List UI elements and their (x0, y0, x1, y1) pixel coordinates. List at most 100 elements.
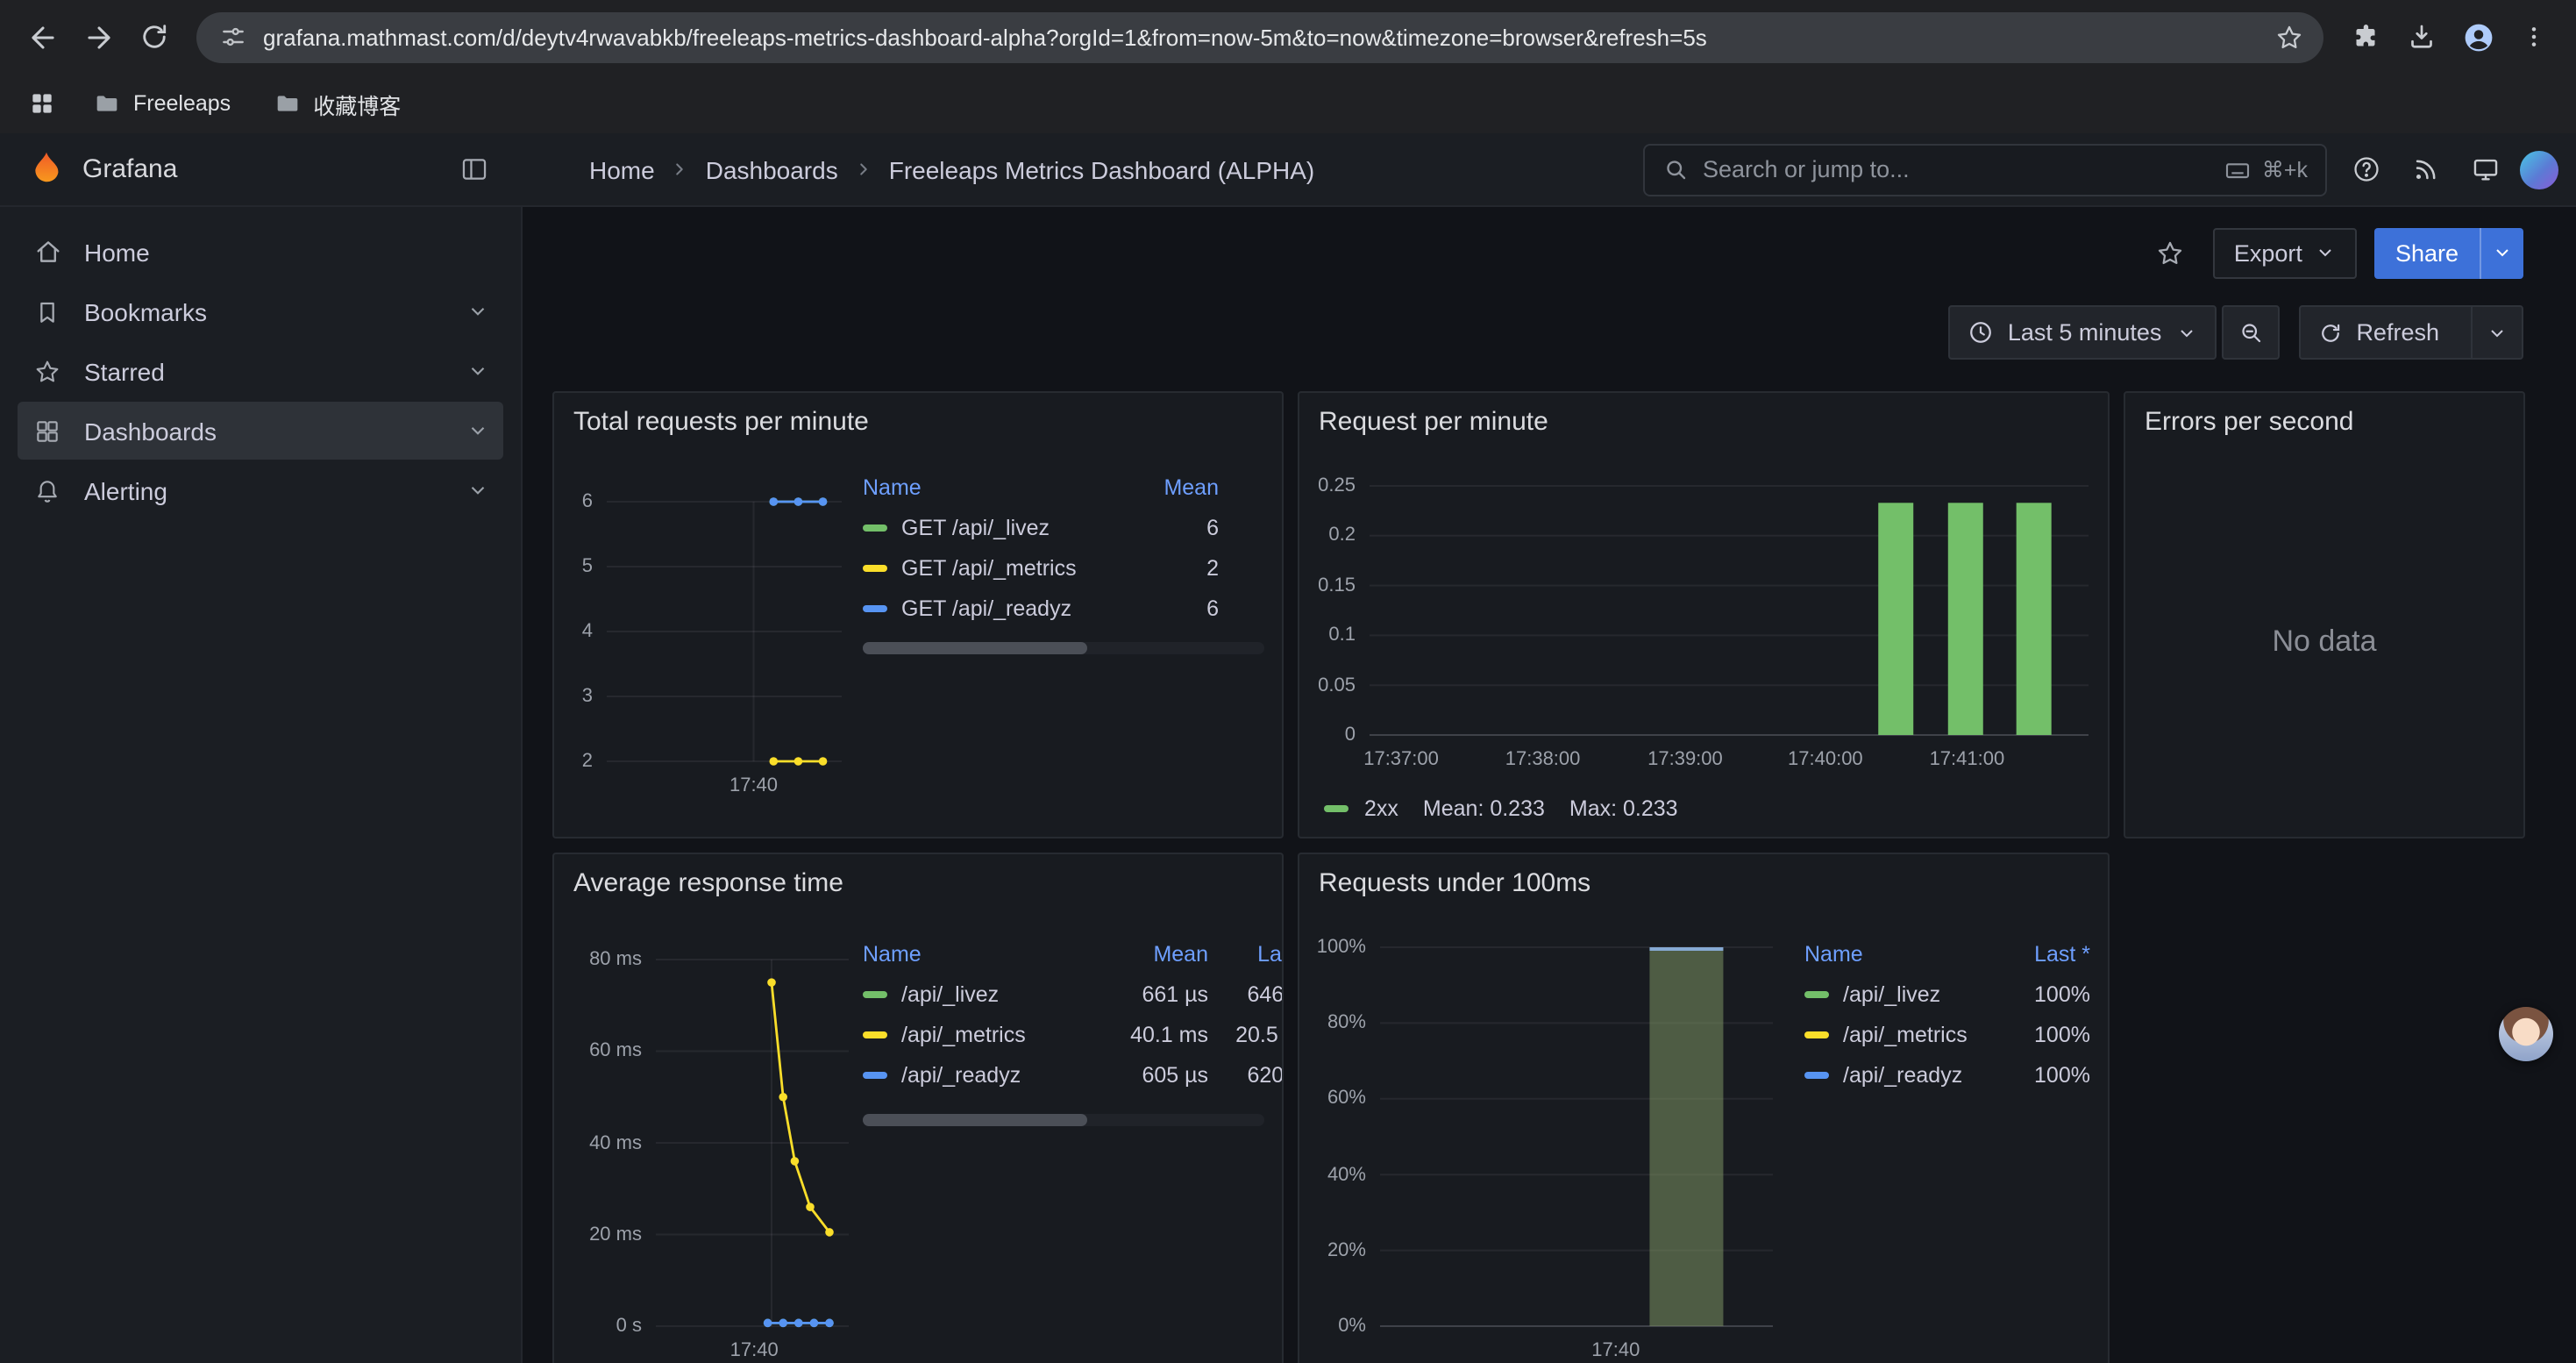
breadcrumb-dashboards[interactable]: Dashboards (706, 155, 838, 183)
sidebar-item-label: Home (84, 238, 489, 266)
series-name[interactable]: /api/_metrics (901, 1022, 1026, 1046)
series-name[interactable]: GET /api/_livez (901, 515, 1050, 539)
x-axis-label: 17:41:00 (1896, 747, 2037, 772)
series-name[interactable]: /api/_readyz (901, 1062, 1021, 1087)
favorite-star-icon[interactable] (2146, 228, 2195, 277)
legend-row[interactable]: /api/_readyz100% (1804, 1054, 2090, 1095)
sidebar-item-home[interactable]: Home (18, 223, 503, 281)
series-name[interactable]: GET /api/_readyz (901, 596, 1071, 620)
requests-per-minute-chart[interactable] (1370, 486, 2089, 735)
series-name[interactable]: GET /api/_metrics (901, 555, 1077, 580)
floating-assistant-avatar[interactable] (2499, 1007, 2553, 1061)
chevron-down-icon[interactable] (466, 479, 489, 502)
tune-icon[interactable] (219, 23, 247, 51)
requests-under-100ms-chart[interactable] (1380, 947, 1773, 1326)
legend-row[interactable]: /api/_readyz605 µs620 µs (863, 1054, 1284, 1095)
grafana-logo[interactable] (28, 150, 65, 189)
chevron-down-icon[interactable] (466, 300, 489, 323)
y-axis-label: 40% (1299, 1162, 1366, 1187)
x-axis-label: 17:39:00 (1615, 747, 1755, 772)
legend-scrollbar[interactable] (863, 1114, 1264, 1126)
extensions-icon[interactable] (2341, 12, 2390, 61)
menu-kebab-icon[interactable] (2509, 12, 2558, 61)
series-color-chip (863, 604, 887, 611)
legend-row[interactable]: /api/_livez 100% (1804, 974, 2090, 1014)
y-axis-label: 4 (554, 619, 593, 644)
bookmark-icon (32, 297, 63, 325)
legend-row[interactable]: /api/_metrics100% (1804, 1014, 2090, 1054)
reload-icon[interactable] (130, 12, 179, 61)
series-color-chip (1804, 1031, 1829, 1038)
legend-inline[interactable]: 2xx Mean: 0.233 Max: 0.233 (1324, 796, 1678, 821)
help-icon[interactable] (2341, 145, 2390, 194)
series-color-chip (1804, 990, 1829, 997)
search-shortcut: ⌘+k (2224, 155, 2308, 183)
panel-requests-per-minute: Request per minute 2xx Mean: 0.233 Max: … (1298, 391, 2110, 838)
zoom-out-button[interactable] (2221, 305, 2279, 360)
panel-title[interactable]: Requests under 100ms (1319, 868, 1590, 898)
user-avatar[interactable] (2520, 150, 2558, 189)
y-axis-label: 0 (1299, 723, 1356, 747)
scrollbar-thumb[interactable] (863, 1114, 1087, 1126)
legend-row[interactable]: GET /api/_livez6 (863, 507, 1219, 547)
apps-grid-icon[interactable] (21, 82, 63, 125)
panel-title[interactable]: Request per minute (1319, 407, 1548, 437)
series-name[interactable]: /api/_livez (901, 981, 999, 1006)
breadcrumb-home[interactable]: Home (589, 155, 655, 183)
url-text[interactable]: grafana.mathmast.com/d/deytv4rwavabkb/fr… (263, 24, 2252, 50)
forward-icon[interactable] (74, 12, 123, 61)
legend-row[interactable]: GET /api/_readyz 6 (863, 588, 1219, 628)
series-name[interactable]: /api/_readyz (1843, 1062, 1962, 1087)
share-button[interactable]: Share (2374, 227, 2523, 278)
legend-row[interactable]: /api/_livez661 µs646 µs (863, 974, 1284, 1014)
series-name[interactable]: /api/_livez (1843, 981, 1940, 1006)
panel-title[interactable]: Average response time (573, 868, 843, 898)
series-value: 620 µs (1208, 1062, 1284, 1087)
home-icon (32, 237, 63, 267)
sidebar-item-bookmarks[interactable]: Bookmarks (18, 282, 503, 340)
monitor-icon[interactable] (2460, 145, 2509, 194)
sidebar-item-label: Alerting (84, 476, 445, 504)
refresh-interval-caret[interactable] (2471, 307, 2522, 358)
address-bar[interactable]: grafana.mathmast.com/d/deytv4rwavabkb/fr… (196, 11, 2323, 62)
panel-grid: Total requests per minute NameMeanGET /a… (552, 391, 2576, 1363)
legend-row[interactable]: GET /api/_metrics2 (863, 547, 1219, 588)
bookmark-item[interactable]: Freeleaps (81, 84, 243, 123)
zoom-out-icon (2237, 319, 2263, 346)
series-name: 2xx (1364, 796, 1398, 821)
sidebar: Home Bookmarks Starred Dashboards (0, 207, 523, 1363)
scrollbar-thumb[interactable] (863, 642, 1087, 654)
share-menu-caret[interactable] (2480, 227, 2523, 278)
bookmark-item[interactable]: 收藏博客 (260, 82, 413, 125)
total-requests-chart[interactable] (607, 502, 842, 761)
sidebar-collapse-icon[interactable] (449, 145, 498, 194)
panel-title[interactable]: Total requests per minute (573, 407, 869, 437)
download-icon[interactable] (2397, 12, 2446, 61)
series-max: Max: 0.233 (1569, 796, 1678, 821)
search-input[interactable]: Search or jump to... ⌘+k (1643, 143, 2327, 196)
sidebar-item-alerting[interactable]: Alerting (18, 461, 503, 519)
back-icon[interactable] (18, 12, 67, 61)
chevron-down-icon[interactable] (466, 419, 489, 442)
sidebar-item-dashboards[interactable]: Dashboards (18, 402, 503, 460)
refresh-button[interactable]: Refresh (2298, 305, 2523, 360)
refresh-icon (2317, 320, 2342, 345)
legend-scrollbar[interactable] (863, 642, 1264, 654)
series-value: 6 (1121, 596, 1219, 620)
legend-row[interactable]: /api/_metrics40.1 ms20.5 ms (863, 1014, 1284, 1054)
export-button[interactable]: Export (2213, 227, 2357, 278)
news-icon[interactable] (2401, 145, 2450, 194)
panel-total-requests: Total requests per minute NameMeanGET /a… (552, 391, 1284, 838)
sidebar-item-starred[interactable]: Starred (18, 342, 503, 400)
y-axis-label: 3 (554, 684, 593, 709)
series-name[interactable]: /api/_metrics (1843, 1022, 1968, 1046)
profile-icon[interactable] (2453, 12, 2502, 61)
chevron-right-icon (854, 160, 873, 179)
breadcrumb: Home Dashboards Freeleaps Metrics Dashbo… (589, 155, 1643, 183)
chevron-down-icon[interactable] (466, 360, 489, 382)
y-axis-label: 5 (554, 554, 593, 579)
time-range-picker[interactable]: Last 5 minutes (1948, 305, 2217, 360)
bookmark-star-icon[interactable] (2267, 16, 2309, 58)
series-value: 100% (1999, 981, 2090, 1006)
avg-response-time-chart[interactable] (656, 960, 849, 1326)
